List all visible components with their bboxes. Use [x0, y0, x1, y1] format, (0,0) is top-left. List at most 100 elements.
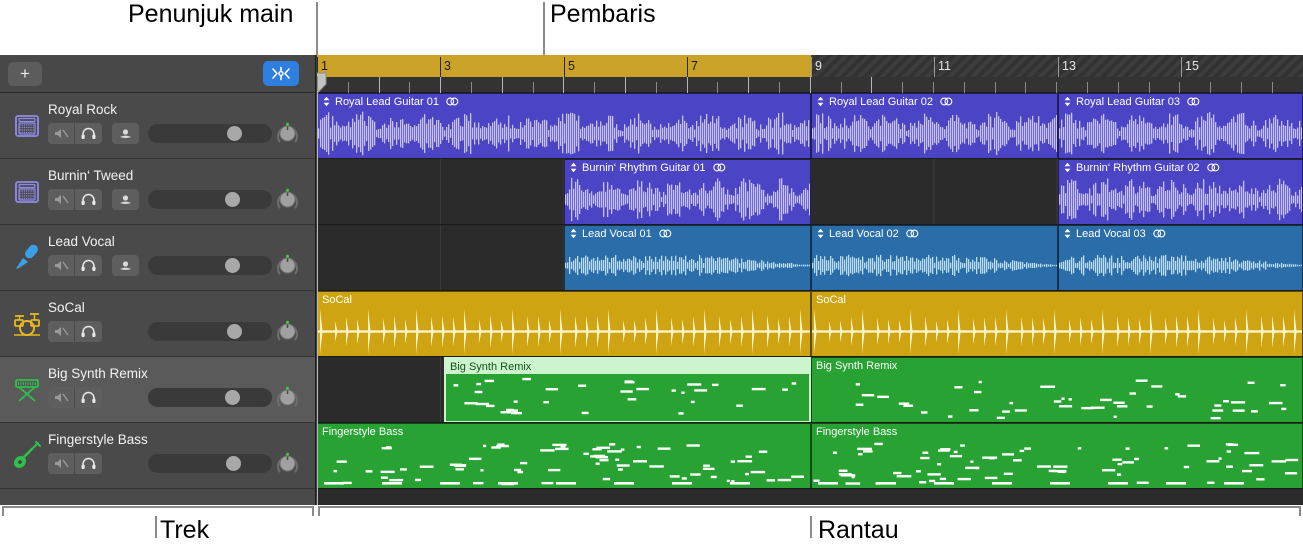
region-clip[interactable]: SoCal	[317, 291, 811, 356]
volume-slider[interactable]	[148, 256, 272, 275]
solo-button[interactable]	[75, 189, 102, 210]
region-clip[interactable]: Royal Lead Guitar 01	[317, 93, 811, 158]
region-clip[interactable]: SoCal	[811, 291, 1303, 356]
mute-button[interactable]	[48, 255, 75, 276]
record-enable-button[interactable]	[112, 255, 139, 276]
track-lane[interactable]: Lead Vocal 01 Lead Vocal 02 Lead Vocal 03	[317, 225, 1303, 291]
region-name-label: Big Synth Remix	[450, 360, 532, 373]
mute-button[interactable]	[48, 321, 75, 342]
track-header-row[interactable]: Burnin‘ Tweed	[0, 159, 315, 225]
track-button-group	[48, 453, 102, 474]
record-enable-button[interactable]	[112, 189, 139, 210]
volume-slider[interactable]	[148, 190, 272, 209]
ruler-bar-strip: 1 3 5 7 9 11 13 15	[317, 55, 1303, 77]
track-lane[interactable]: SoCal SoCal	[317, 291, 1303, 357]
ruler-tick	[810, 77, 811, 93]
ruler[interactable]: 1 3 5 7 9 11 13 15	[317, 55, 1303, 93]
mute-button[interactable]	[48, 189, 75, 210]
mute-button[interactable]	[48, 123, 75, 144]
record-enable-icon	[120, 195, 131, 204]
pan-knob[interactable]	[274, 318, 301, 345]
region-name-label: Royal Lead Guitar 01	[335, 95, 439, 108]
region-content	[812, 241, 1057, 290]
volume-slider-thumb[interactable]	[226, 126, 242, 141]
transpose-icon	[570, 228, 577, 239]
region-clip[interactable]: Fingerstyle Bass	[811, 423, 1303, 488]
region-clip[interactable]: Fingerstyle Bass	[317, 423, 811, 488]
loop-icon-wrap	[905, 229, 919, 238]
pan-knob[interactable]	[274, 186, 301, 213]
region-name-label: Fingerstyle Bass	[322, 425, 404, 438]
track-header-row[interactable]: Lead Vocal	[0, 225, 315, 291]
midi-note-display	[813, 442, 1299, 485]
solo-button[interactable]	[75, 321, 102, 342]
pan-knob-icon	[277, 254, 298, 275]
loop-icon	[1206, 163, 1219, 172]
track-header-row[interactable]: Royal Rock	[0, 93, 315, 159]
region-clip[interactable]: Royal Lead Guitar 03	[1058, 93, 1303, 158]
volume-slider[interactable]	[148, 454, 272, 473]
ruler-tick	[379, 77, 380, 93]
pan-knob[interactable]	[274, 450, 301, 477]
solo-button[interactable]	[75, 387, 102, 408]
track-type-icon-wrap	[10, 371, 44, 407]
mute-button[interactable]	[48, 453, 75, 474]
ruler-tick	[1210, 82, 1211, 93]
region-name-label: Royal Lead Guitar 02	[829, 95, 933, 108]
volume-slider-thumb[interactable]	[224, 390, 240, 405]
pan-knob[interactable]	[274, 384, 301, 411]
ruler-tick	[656, 82, 657, 93]
pan-knob[interactable]	[274, 120, 301, 147]
add-track-button[interactable]: +	[8, 62, 42, 86]
playhead[interactable]	[317, 72, 327, 93]
ruler-tick	[687, 77, 688, 93]
solo-button[interactable]	[75, 123, 102, 144]
loop-icon	[712, 163, 725, 172]
solo-button[interactable]	[75, 453, 102, 474]
region-clip[interactable]: Big Synth Remix	[444, 357, 811, 422]
flex-time-icon	[272, 66, 290, 81]
loop-icon	[658, 229, 672, 238]
solo-button[interactable]	[75, 255, 102, 276]
region-header: Fingerstyle Bass	[812, 424, 1302, 439]
volume-slider[interactable]	[148, 388, 272, 407]
ruler-tick	[1272, 82, 1273, 93]
record-enable-button[interactable]	[112, 123, 139, 144]
volume-slider-thumb[interactable]	[224, 258, 240, 273]
region-content	[318, 439, 810, 488]
pan-knob[interactable]	[274, 252, 301, 279]
track-lane[interactable]: Big Synth Remix Big Synth Remix	[317, 357, 1303, 423]
audio-waveform	[318, 111, 810, 156]
loop-icon	[940, 97, 953, 106]
ruler-tick	[902, 82, 903, 93]
volume-slider-thumb[interactable]	[225, 456, 241, 471]
region-clip[interactable]: Burnin‘ Rhythm Guitar 02	[1058, 159, 1303, 224]
track-lane[interactable]: Fingerstyle Bass Fingerstyle Bass	[317, 423, 1303, 489]
track-lane[interactable]: Burnin‘ Rhythm Guitar 01 Burnin‘ Rhythm G…	[317, 159, 1303, 225]
pan-knob-icon	[277, 320, 298, 341]
callout-label-playhead: Penunjuk main	[128, 0, 294, 28]
region-clip[interactable]: Royal Lead Guitar 02	[811, 93, 1058, 158]
region-name-label: Fingerstyle Bass	[816, 425, 898, 438]
track-lane[interactable]: Royal Lead Guitar 01 Royal Lead Guitar 02…	[317, 93, 1303, 159]
volume-slider[interactable]	[148, 322, 272, 341]
transpose-icon	[817, 228, 824, 239]
volume-slider-thumb[interactable]	[224, 192, 240, 207]
flex-time-button[interactable]	[263, 61, 299, 86]
track-header-row[interactable]: SoCal	[0, 291, 315, 357]
ruler-tick	[1241, 82, 1242, 93]
region-clip[interactable]: Big Synth Remix	[811, 357, 1303, 422]
loop-icon-wrap	[1206, 163, 1220, 172]
volume-slider-thumb[interactable]	[226, 324, 242, 339]
region-clip[interactable]: Lead Vocal 02	[811, 225, 1058, 290]
track-header-row[interactable]: Big Synth Remix	[0, 357, 315, 423]
region-content	[1059, 241, 1302, 290]
region-clip[interactable]: Lead Vocal 01	[564, 225, 811, 290]
region-clip[interactable]: Lead Vocal 03	[1058, 225, 1303, 290]
volume-slider[interactable]	[148, 124, 272, 143]
mute-button[interactable]	[48, 387, 75, 408]
track-header-row[interactable]: Fingerstyle Bass	[0, 423, 315, 489]
bass-guitar-icon	[13, 441, 41, 469]
region-clip[interactable]: Burnin‘ Rhythm Guitar 01	[564, 159, 811, 224]
pan-knob-icon	[277, 386, 298, 407]
